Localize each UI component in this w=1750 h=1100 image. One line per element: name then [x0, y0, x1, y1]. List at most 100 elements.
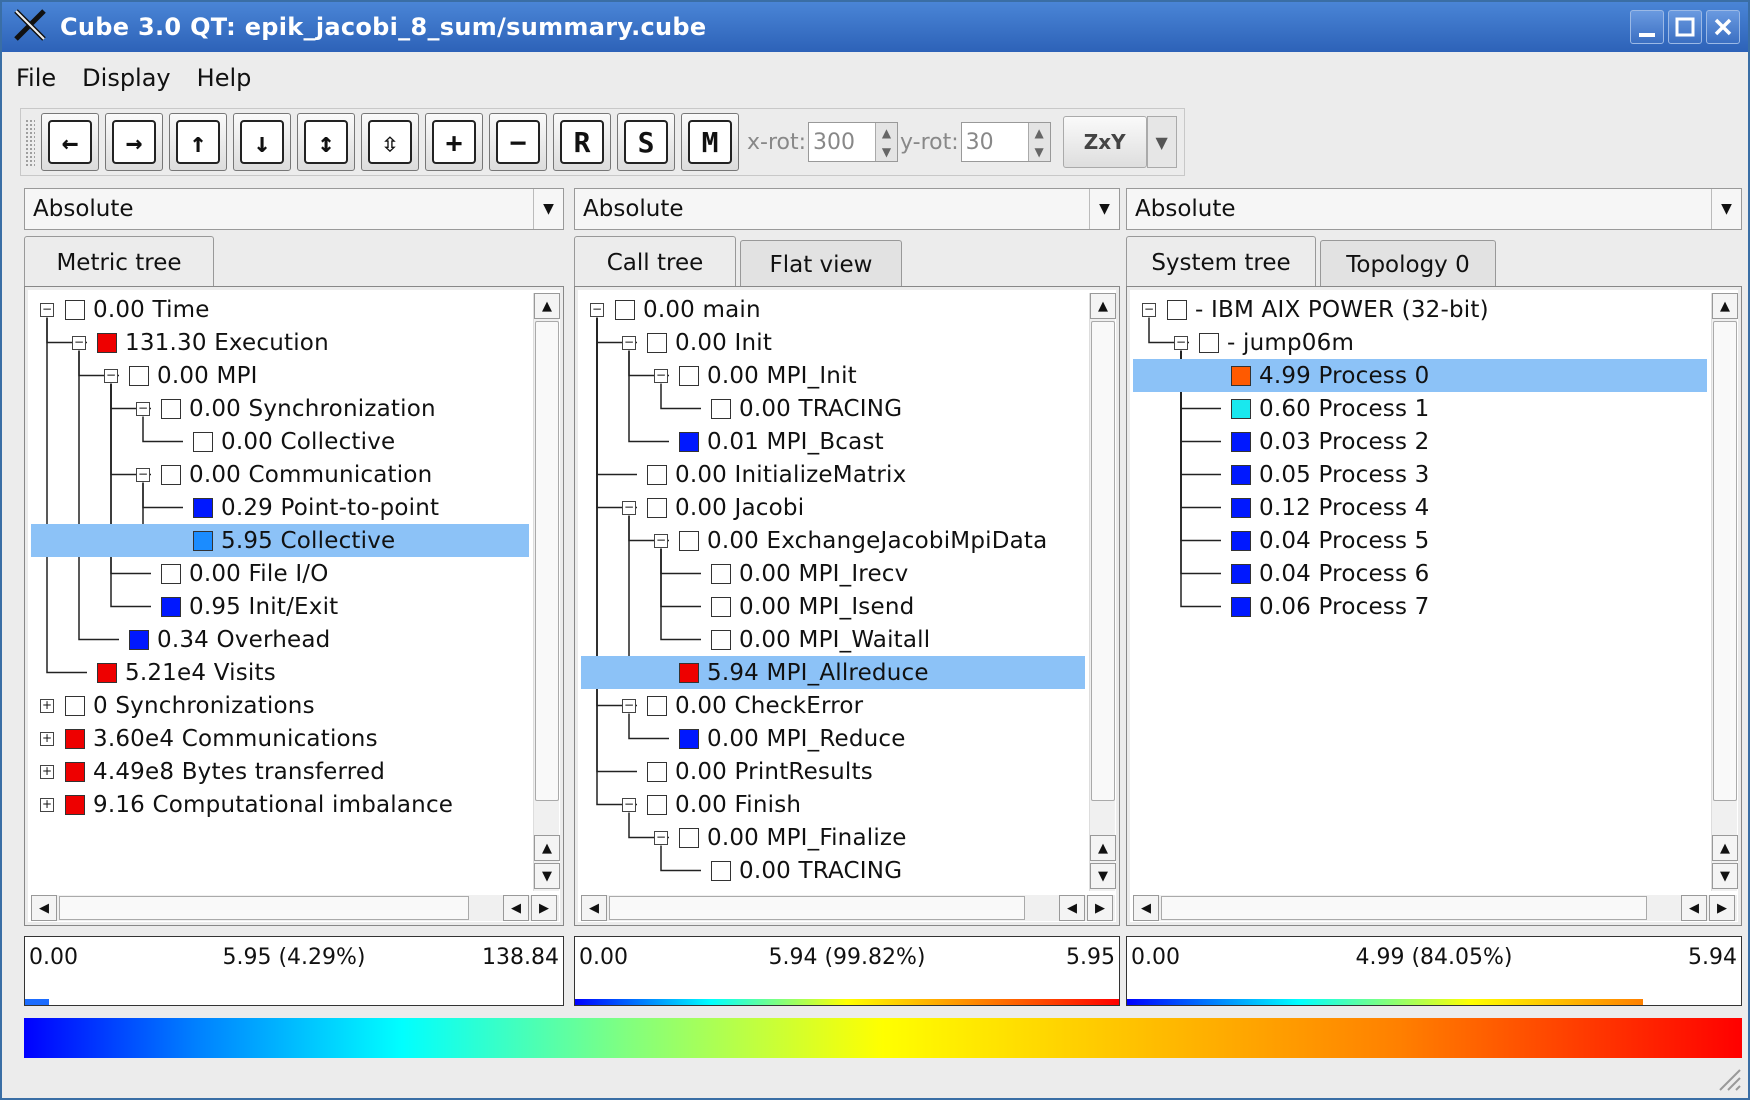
scroll-thumb[interactable]	[1091, 321, 1115, 801]
metric-tree-item[interactable]: − 0.00 Communication	[31, 458, 529, 491]
call-tree-item[interactable]: − 0.00 MPI_Finalize	[581, 821, 1085, 854]
call-tree-item[interactable]: − 0.00 Jacobi	[581, 491, 1085, 524]
collapse-icon[interactable]: −	[622, 335, 636, 350]
menu-file[interactable]: File	[16, 64, 56, 92]
metric-tree-item[interactable]: 5.21e4 Visits	[31, 656, 529, 689]
collapse-icon[interactable]: −	[622, 698, 636, 713]
scroll-thumb[interactable]	[1161, 896, 1647, 920]
metric-tree-item[interactable]: − 0.00 MPI	[31, 359, 529, 392]
tab-metric-tree[interactable]: Metric tree	[24, 236, 214, 288]
vertical-scrollbar[interactable]: ▲ ▲ ▼	[1089, 293, 1116, 891]
call-tree-item[interactable]: 0.00 MPI_Reduce	[581, 722, 1085, 755]
chevron-down-icon[interactable]: ▼	[1711, 189, 1741, 229]
forward-button[interactable]: →	[105, 113, 163, 171]
scroll-up-icon[interactable]: ▲	[1712, 835, 1738, 861]
system-tree-item[interactable]: 0.12 Process 4	[1133, 491, 1707, 524]
collapse-icon[interactable]: −	[40, 302, 54, 317]
spin-up-icon[interactable]: ▲	[1035, 126, 1044, 140]
call-tree-item[interactable]: 5.94 MPI_Allreduce	[581, 656, 1085, 689]
expand-icon[interactable]: +	[40, 698, 54, 713]
tab-topology-0[interactable]: Topology 0	[1320, 240, 1496, 288]
collapse-icon[interactable]: −	[654, 533, 668, 548]
expand-icon[interactable]: +	[40, 797, 54, 812]
tab-call-tree[interactable]: Call tree	[574, 236, 736, 288]
yrot-spinbox[interactable]: 30 ▲ ▼	[960, 122, 1051, 162]
system-tree-item[interactable]: − - jump06m	[1133, 326, 1707, 359]
metric-tree-item[interactable]: 0.95 Init/Exit	[31, 590, 529, 623]
metric-tree-item[interactable]: 0.00 File I/O	[31, 557, 529, 590]
metric-tree-item[interactable]: +0 Synchronizations	[31, 689, 529, 722]
axis-order-dropdown[interactable]: ▼	[1146, 116, 1177, 168]
metric-tree-item[interactable]: +4.49e8 Bytes transferred	[31, 755, 529, 788]
scroll-up-icon[interactable]: ▲	[1090, 293, 1116, 319]
axis-order-button[interactable]: ZxY	[1062, 116, 1147, 168]
collapse-icon[interactable]: −	[104, 368, 118, 383]
minimize-button[interactable]	[1630, 10, 1664, 44]
metric-tree-item[interactable]: +3.60e4 Communications	[31, 722, 529, 755]
collapse-icon[interactable]: −	[136, 401, 150, 416]
scroll-thumb[interactable]	[1713, 321, 1737, 801]
call-tree-item[interactable]: − 0.00 MPI_Init	[581, 359, 1085, 392]
move-down-button[interactable]: ↓	[233, 113, 291, 171]
collapse-icon[interactable]: −	[1174, 335, 1188, 350]
scroll-down-icon[interactable]: ▼	[1090, 863, 1116, 889]
call-tree-item[interactable]: − 0.00 Finish	[581, 788, 1085, 821]
zoom-out-button[interactable]: −	[489, 113, 547, 171]
scroll-left-icon[interactable]: ◀	[503, 895, 529, 921]
toolbar-grip[interactable]	[25, 119, 35, 167]
call-mode-select[interactable]: Absolute ▼	[574, 188, 1120, 230]
metric-mode-select[interactable]: Absolute ▼	[24, 188, 564, 230]
tab-system-tree[interactable]: System tree	[1126, 236, 1316, 288]
metric-tree-item[interactable]: − 0.00 Time	[31, 293, 529, 326]
spin-down-icon[interactable]: ▼	[882, 145, 891, 159]
move-up-button[interactable]: ↑	[169, 113, 227, 171]
collapse-icon[interactable]: −	[622, 500, 636, 515]
scroll-left-icon[interactable]: ◀	[581, 895, 607, 921]
scroll-up-icon[interactable]: ▲	[534, 293, 560, 319]
scroll-up-icon[interactable]: ▲	[534, 835, 560, 861]
tab-flat-view[interactable]: Flat view	[740, 240, 902, 288]
vertical-scrollbar[interactable]: ▲ ▲ ▼	[1711, 293, 1738, 891]
metric-tree-item[interactable]: 0.29 Point-to-point	[31, 491, 529, 524]
scroll-right-icon[interactable]: ▶	[1087, 895, 1113, 921]
scroll-left-icon[interactable]: ◀	[1059, 895, 1085, 921]
xrot-spinbox[interactable]: 300 ▲ ▼	[808, 122, 899, 162]
call-tree-item[interactable]: 0.00 TRACING	[581, 854, 1085, 887]
scroll-left-icon[interactable]: ◀	[31, 895, 57, 921]
s-button[interactable]: S	[617, 113, 675, 171]
horizontal-scrollbar[interactable]: ◀ ◀ ▶	[581, 895, 1115, 921]
spin-up-icon[interactable]: ▲	[882, 126, 891, 140]
maximize-button[interactable]	[1668, 10, 1702, 44]
metric-tree-item[interactable]: − 0.00 Synchronization	[31, 392, 529, 425]
call-tree-item[interactable]: − 0.00 Init	[581, 326, 1085, 359]
system-tree-item[interactable]: 0.60 Process 1	[1133, 392, 1707, 425]
chevron-down-icon[interactable]: ▼	[1089, 189, 1119, 229]
call-tree-item[interactable]: 0.01 MPI_Bcast	[581, 425, 1085, 458]
close-button[interactable]	[1706, 10, 1740, 44]
expand-icon[interactable]: +	[40, 764, 54, 779]
metric-tree-item[interactable]: 0.00 Collective	[31, 425, 529, 458]
scroll-thumb[interactable]	[59, 896, 469, 920]
call-tree-item[interactable]: 0.00 MPI_Isend	[581, 590, 1085, 623]
collapse-icon[interactable]: −	[72, 335, 86, 350]
collapse-button[interactable]: ⇳	[361, 113, 419, 171]
menu-help[interactable]: Help	[197, 64, 252, 92]
system-tree-item[interactable]: 0.05 Process 3	[1133, 458, 1707, 491]
scroll-down-icon[interactable]: ▼	[534, 863, 560, 889]
scroll-thumb[interactable]	[609, 896, 1025, 920]
scroll-left-icon[interactable]: ◀	[1133, 895, 1159, 921]
call-tree-item[interactable]: 0.00 InitializeMatrix	[581, 458, 1085, 491]
system-mode-select[interactable]: Absolute ▼	[1126, 188, 1742, 230]
system-tree-item[interactable]: 0.04 Process 6	[1133, 557, 1707, 590]
metric-tree-item[interactable]: 0.34 Overhead	[31, 623, 529, 656]
scroll-thumb[interactable]	[535, 321, 559, 801]
collapse-icon[interactable]: −	[590, 302, 604, 317]
scroll-right-icon[interactable]: ▶	[1709, 895, 1735, 921]
title-bar[interactable]: Cube 3.0 QT: epik_jacobi_8_sum/summary.c…	[2, 2, 1748, 52]
m-button[interactable]: M	[681, 113, 739, 171]
chevron-down-icon[interactable]: ▼	[533, 189, 563, 229]
expand-icon[interactable]: +	[40, 731, 54, 746]
collapse-icon[interactable]: −	[136, 467, 150, 482]
reset-button[interactable]: R	[553, 113, 611, 171]
collapse-icon[interactable]: −	[1142, 302, 1156, 317]
